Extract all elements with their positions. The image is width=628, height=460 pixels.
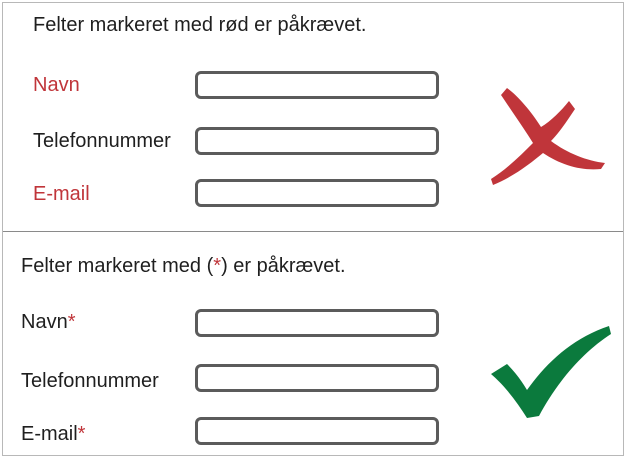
top-name-field (195, 71, 439, 99)
top-phone-label: Telefonnummer (33, 130, 171, 152)
good-example-panel: Felter markeret med (*) er påkrævet. Nav… (3, 232, 623, 457)
green-check-icon (491, 326, 611, 418)
good-heading-before: Felter markeret med ( (21, 255, 214, 277)
bottom-phone-field (195, 364, 439, 392)
good-heading-after: ) er påkrævet. (221, 255, 346, 277)
bottom-name-field (195, 309, 439, 337)
bottom-email-asterisk: * (77, 423, 86, 445)
bottom-phone-text: Telefonnummer (21, 370, 159, 392)
bad-example-heading: Felter markeret med rød er påkrævet. (33, 14, 367, 36)
bottom-name-text: Navn (21, 311, 68, 333)
good-heading-asterisk: * (213, 255, 222, 277)
bottom-email-field (195, 417, 439, 445)
bottom-phone-label: Telefonnummer (21, 369, 159, 393)
bad-example-panel: Felter markeret med rød er påkrævet. Nav… (3, 3, 623, 231)
good-example-heading: Felter markeret med (*) er påkrævet. (21, 254, 346, 278)
bottom-email-text: E-mail (21, 423, 78, 445)
bottom-name-label: Navn* (21, 310, 76, 334)
top-phone-field (195, 127, 439, 155)
top-email-field (195, 179, 439, 207)
bottom-name-asterisk: * (67, 311, 76, 333)
top-name-label: Navn (33, 74, 80, 96)
red-cross-icon (491, 88, 605, 185)
comparison-figure: Felter markeret med rød er påkrævet. Nav… (2, 2, 624, 456)
bottom-email-label: E-mail* (21, 422, 85, 446)
top-email-label: E-mail (33, 183, 90, 205)
